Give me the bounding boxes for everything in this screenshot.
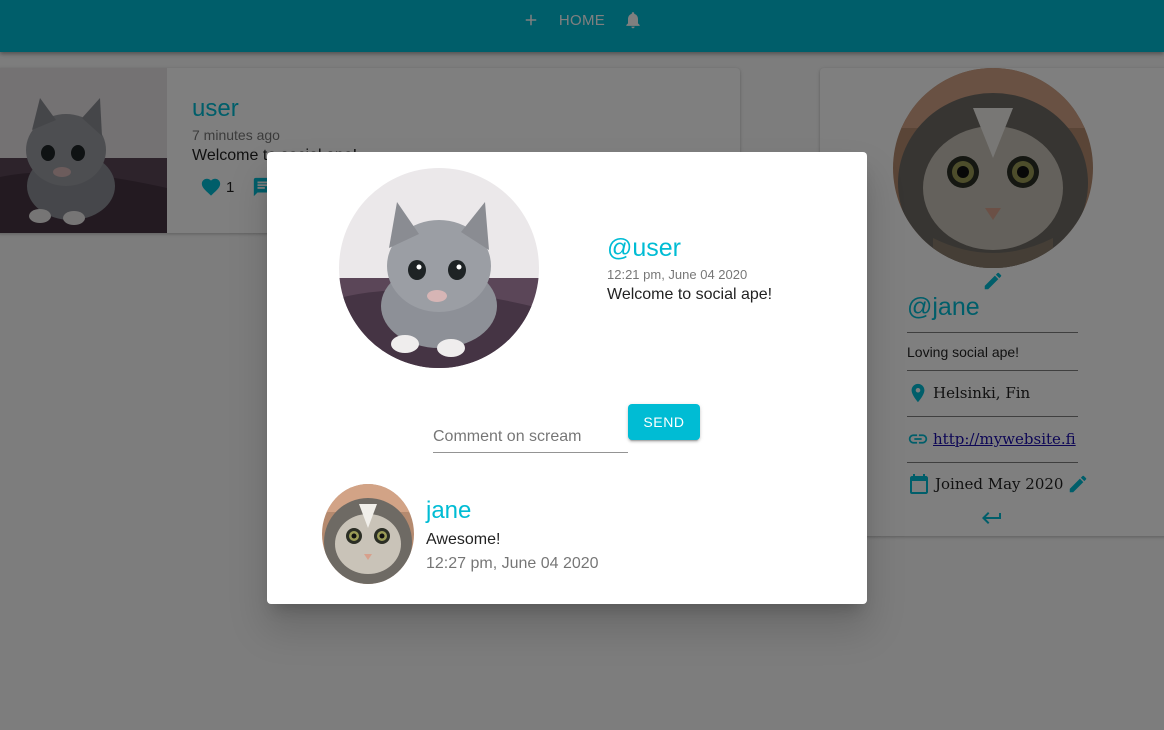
dialog-user-handle[interactable]: @user — [607, 234, 681, 263]
scream-dialog: @user 12:21 pm, June 04 2020 Welcome to … — [267, 152, 867, 604]
comment-time: 12:27 pm, June 04 2020 — [426, 555, 599, 572]
comment-input[interactable] — [433, 422, 628, 453]
comment-avatar — [322, 484, 414, 584]
scream-user-avatar — [339, 168, 539, 368]
dialog-timestamp: 12:21 pm, June 04 2020 — [607, 267, 748, 282]
send-button[interactable]: SEND — [628, 404, 700, 440]
comment-user[interactable]: jane — [426, 497, 471, 525]
comment-body: Awesome! — [426, 531, 501, 548]
dialog-body: Welcome to social ape! — [607, 286, 773, 303]
